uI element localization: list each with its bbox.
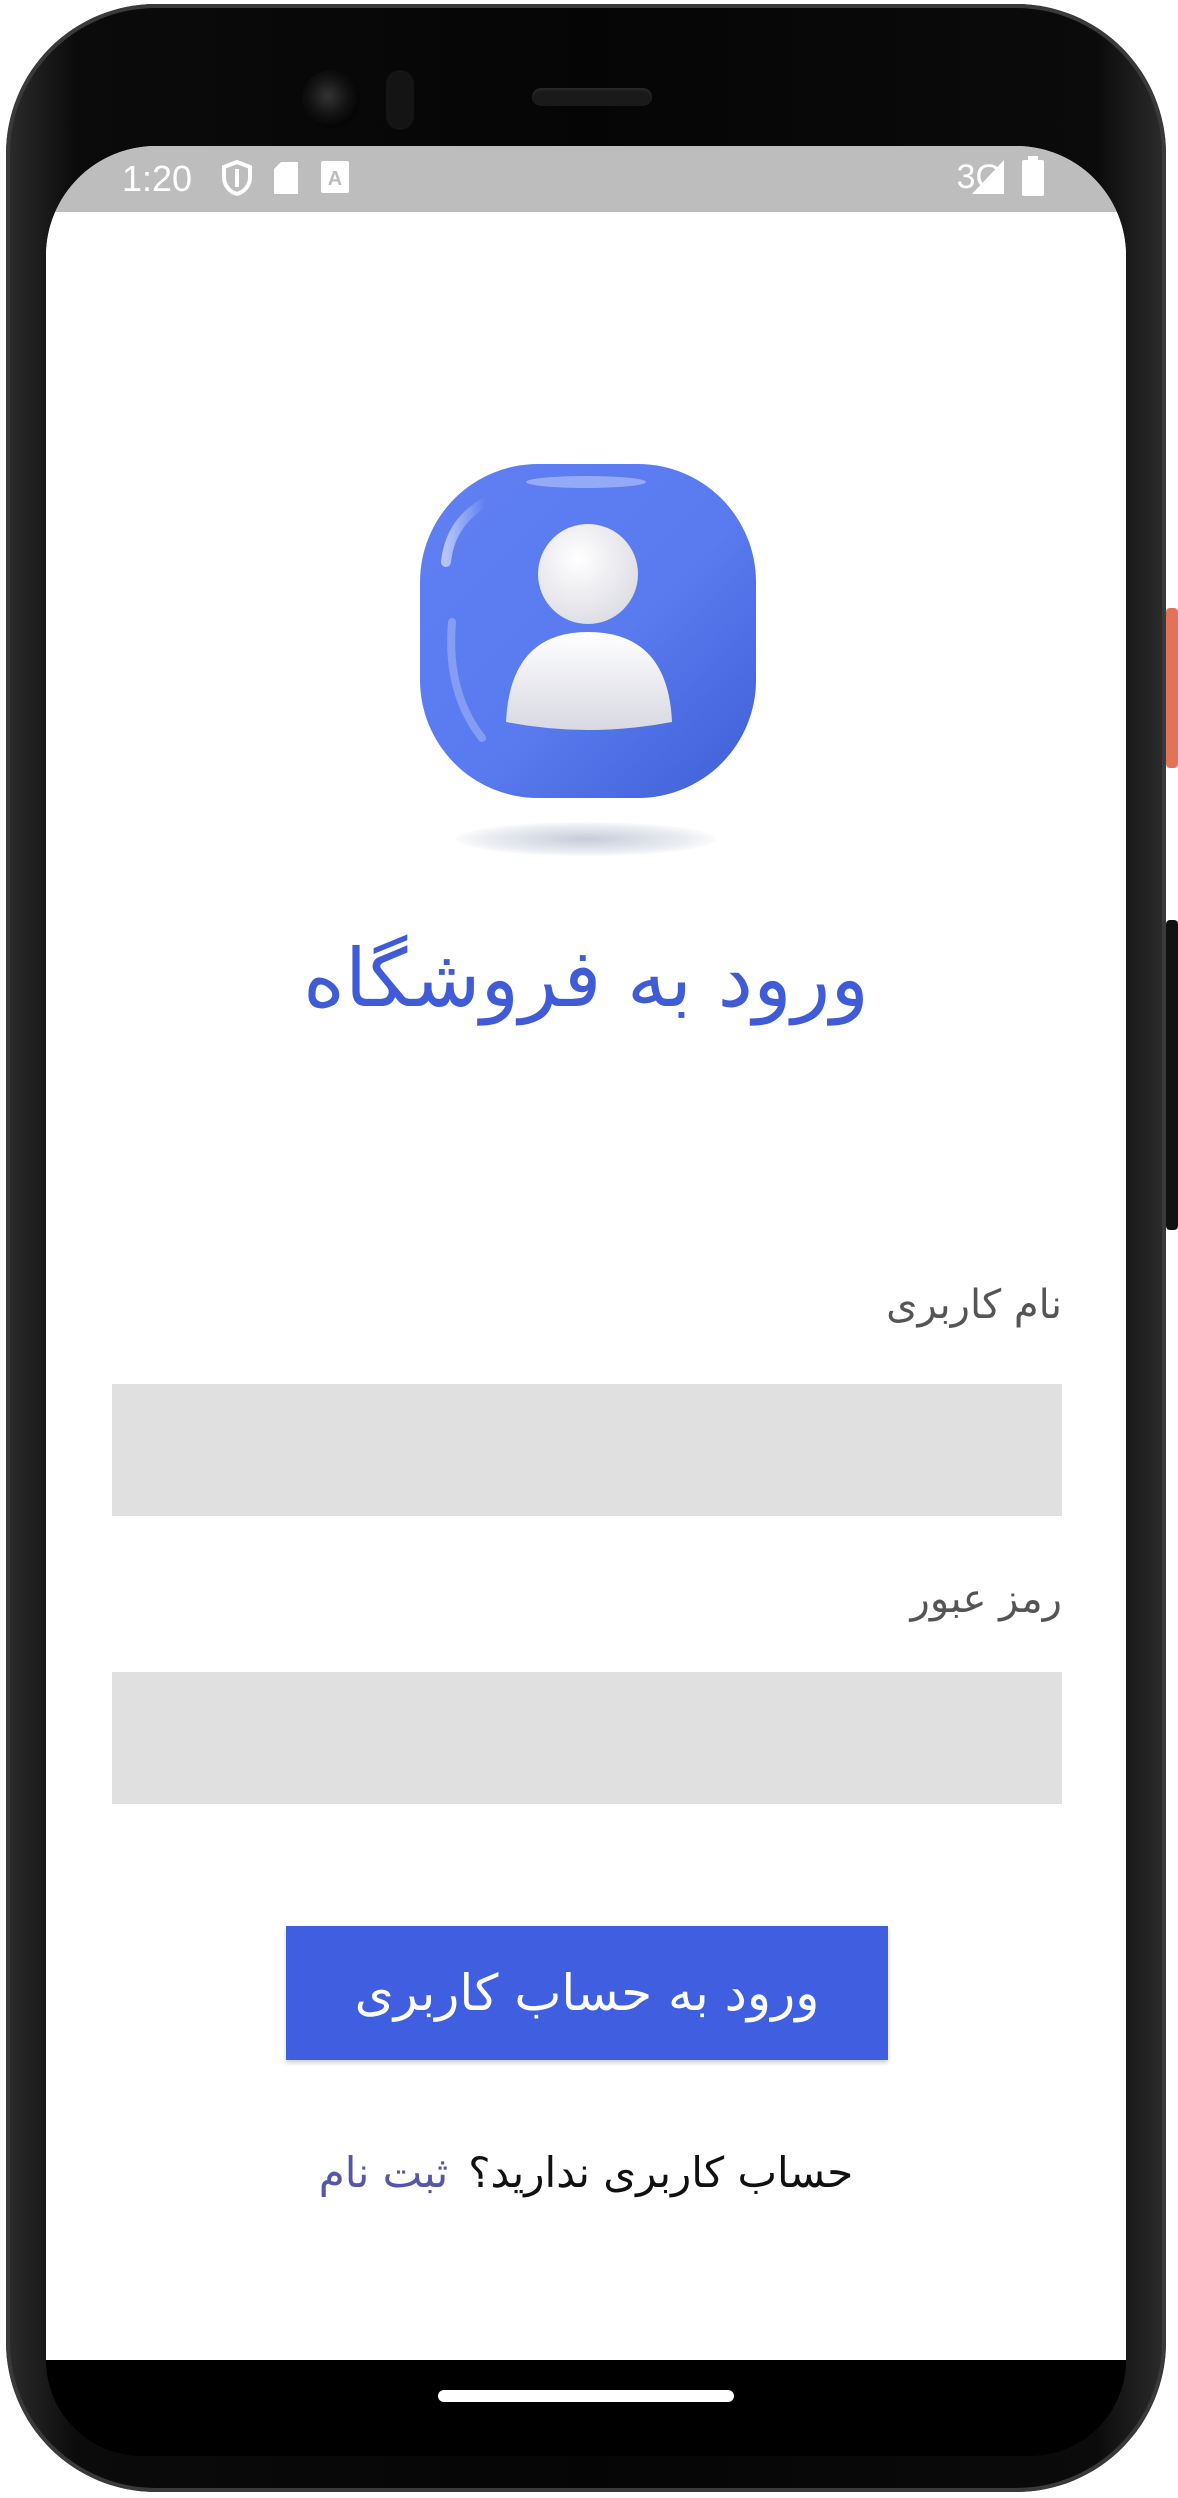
username-label: نام کاربری [886, 1282, 1062, 1328]
no-account-text: حساب کاربری ندارید؟ [468, 2148, 854, 2197]
front-camera [302, 70, 360, 128]
navigation-bar [46, 2360, 1126, 2456]
keyboard-a-icon: A [320, 160, 350, 198]
proximity-sensor [386, 70, 414, 130]
signal-icon [970, 158, 1006, 200]
screen: 1:20 A 3G ورود به فروشگاه نام کاربری رمز… [46, 146, 1126, 2360]
username-field[interactable] [112, 1384, 1062, 1516]
status-time: 1:20 [122, 158, 193, 199]
page-title: ورود به فروشگاه [302, 932, 870, 1025]
login-button[interactable]: ورود به حساب کاربری [286, 1926, 888, 2060]
shield-icon [222, 159, 252, 200]
password-label: رمز عبور [910, 1576, 1062, 1622]
login-page: ورود به فروشگاه نام کاربری رمز عبور ورود… [46, 212, 1126, 2360]
status-bar: 1:20 A 3G [46, 146, 1126, 212]
icon-shadow [456, 822, 716, 856]
battery-icon [1022, 156, 1044, 200]
sd-card-icon [272, 160, 300, 200]
svg-text:A: A [328, 168, 342, 190]
password-field[interactable] [112, 1672, 1062, 1804]
signup-row: حساب کاربری ندارید؟ ثبت نام [46, 2148, 1126, 2197]
signup-link[interactable]: ثبت نام [319, 2148, 448, 2197]
earpiece-speaker [532, 88, 652, 106]
volume-button[interactable] [1166, 920, 1178, 1230]
user-profile-icon [406, 452, 766, 872]
home-indicator[interactable] [438, 2390, 734, 2402]
power-button[interactable] [1166, 608, 1178, 768]
